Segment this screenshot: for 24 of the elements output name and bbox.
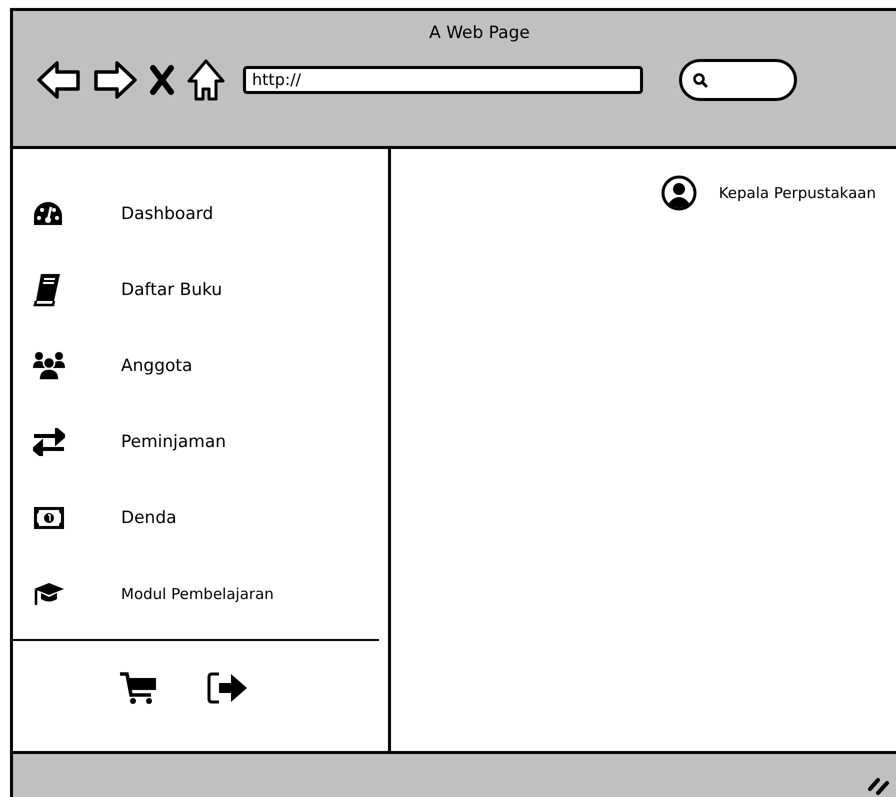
user-avatar-icon: [660, 175, 697, 211]
menu-item[interactable]: Daftar Buku: [33, 252, 388, 328]
search-icon: [692, 72, 708, 88]
back-icon[interactable]: [37, 61, 81, 99]
menu-item[interactable]: Dashboard: [33, 176, 388, 252]
menu-item[interactable]: Denda: [33, 480, 388, 556]
gauge-icon: [33, 201, 63, 227]
user-name: Kepala Perpustakaan: [718, 184, 876, 202]
menu-item[interactable]: Anggota: [33, 328, 388, 404]
window-title: A Web Page: [428, 22, 530, 43]
banknote-icon: [33, 506, 65, 530]
address-field[interactable]: http://: [243, 66, 643, 94]
search-field[interactable]: [679, 59, 797, 101]
menu-item[interactable]: Peminjaman: [33, 404, 388, 480]
swap-arrows-icon: [33, 428, 65, 456]
resize-grip-icon[interactable]: [868, 776, 890, 796]
home-icon[interactable]: [187, 59, 225, 101]
book-icon: [33, 273, 61, 307]
close-icon[interactable]: [149, 65, 175, 95]
menu-item[interactable]: Modul Pembelajaran: [33, 556, 388, 632]
forward-icon[interactable]: [93, 61, 137, 99]
cart-icon[interactable]: [119, 671, 157, 705]
graduation-cap-icon: [33, 581, 65, 607]
group-icon: [33, 351, 65, 381]
